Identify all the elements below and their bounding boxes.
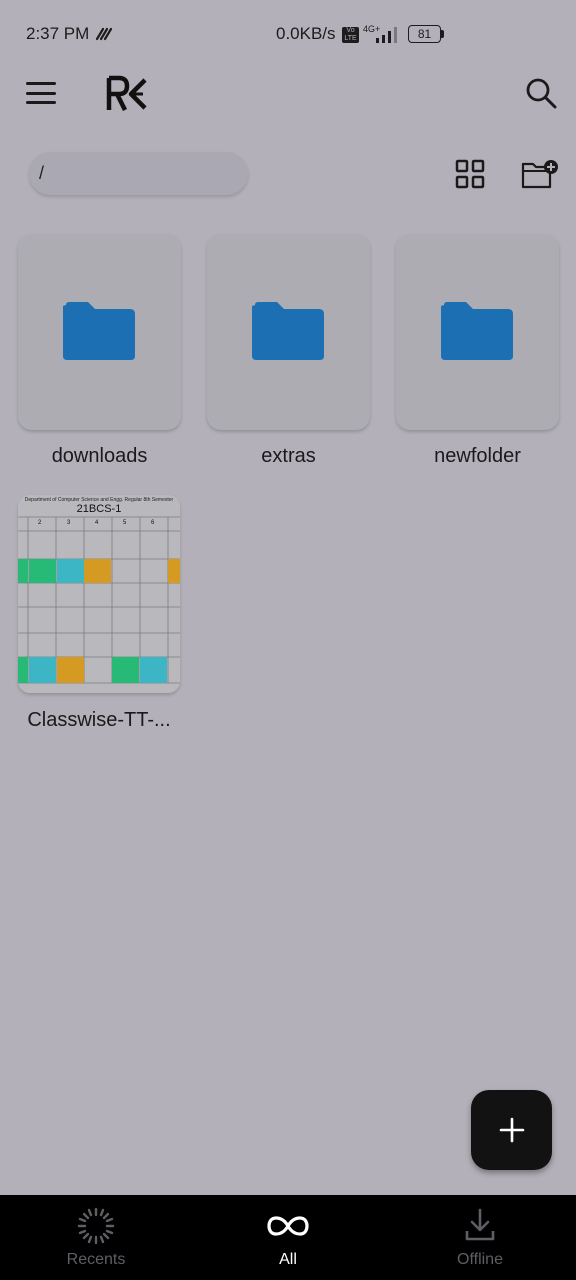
thumb-col: 6 <box>151 520 155 526</box>
file-label: Classwise-TT-... <box>27 709 171 731</box>
thumb-class: 21BCS-1 <box>76 503 122 515</box>
folder-tile-extras[interactable] <box>207 234 370 430</box>
path-breadcrumb[interactable]: / <box>29 152 248 195</box>
folder-icon <box>441 302 513 360</box>
nav-label-recents: Recents <box>66 1251 126 1268</box>
nav-item-all[interactable]: All <box>192 1195 384 1280</box>
search-icon[interactable] <box>522 74 560 112</box>
thumb-col: 3 <box>67 520 71 526</box>
network-speed: 0.0KB/s <box>276 24 336 43</box>
menu-icon <box>26 82 56 85</box>
file-thumbnail <box>18 495 180 693</box>
grid-view-icon[interactable] <box>455 159 485 189</box>
notification-app-icon <box>96 27 113 41</box>
menu-button[interactable] <box>24 78 58 108</box>
folder-label-newfolder: newfolder <box>434 445 521 467</box>
signal-icon <box>376 27 397 43</box>
download-icon <box>465 1208 495 1241</box>
folder-label-extras: extras <box>261 445 316 467</box>
nav-label-all: All <box>279 1251 297 1268</box>
folder-label-downloads: downloads <box>51 445 148 467</box>
folder-tile-downloads[interactable] <box>18 234 181 430</box>
folder-icon <box>252 302 324 360</box>
battery-tip <box>441 30 444 38</box>
new-folder-icon[interactable] <box>520 158 560 190</box>
nav-item-offline[interactable]: Offline <box>384 1195 576 1280</box>
thumb-col: 4 <box>95 520 99 526</box>
thumb-col: 5 <box>123 520 127 526</box>
add-button[interactable] <box>471 1090 552 1170</box>
app-logo <box>106 75 147 112</box>
thumb-col: 2 <box>38 520 42 526</box>
plus-icon <box>499 1117 524 1143</box>
app-bar <box>0 68 576 118</box>
status-bar: 2:37 PM 0.0KB/s Vo LTE 4G+ 81 <box>0 0 576 68</box>
status-left: 2:37 PM <box>26 24 113 44</box>
battery-level: 81 <box>417 27 432 41</box>
status-time: 2:37 PM <box>26 24 90 43</box>
nav-item-recents[interactable]: Recents <box>0 1195 192 1280</box>
path-text: / <box>39 163 45 183</box>
folder-tile-newfolder[interactable] <box>396 234 559 430</box>
recents-icon <box>77 1207 115 1245</box>
battery-indicator: 81 <box>408 25 441 43</box>
nav-label-offline: Offline <box>457 1251 503 1268</box>
bottom-nav: Recents All Offline <box>0 1195 576 1280</box>
infinity-icon <box>267 1216 309 1236</box>
folder-icon <box>63 302 135 360</box>
volte-badge: Vo LTE <box>342 27 359 43</box>
file-tile-classwise-tt[interactable]: Department of Computer Science and Engg.… <box>18 495 180 693</box>
